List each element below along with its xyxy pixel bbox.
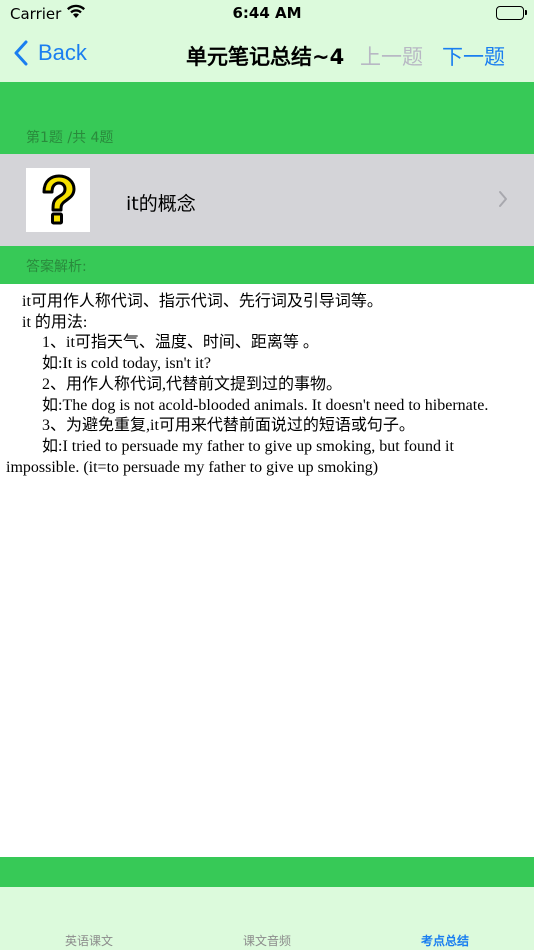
tab-1[interactable]: 英语课文 [0,932,178,949]
answer-section-bar: 答案解析: [0,246,534,284]
back-button[interactable]: Back [14,40,87,66]
answer-line: 1、it可指天气、温度、时间、距离等 。 [6,334,319,352]
answer-line: 如:I tried to persuade my father to give … [6,437,454,476]
answer-line: 3、为避免重复,it可用来代替前面说过的短语或句子。 [6,417,415,435]
tab-bar: 英语课文 课文音频 考点总结 [0,887,534,950]
battery-icon [496,6,527,20]
tab-3[interactable]: 考点总结 [356,932,534,949]
answer-line: 2、用作人称代词,代替前文提到过的事物。 [6,375,343,393]
back-label: Back [38,40,87,65]
tab-2[interactable]: 课文音频 [178,932,356,949]
answer-line: it 的用法: [6,313,88,331]
next-question-button[interactable]: 下一题 [442,41,505,71]
navigation-bar: Back 单元笔记总结~4 上一题 下一题 [0,28,534,82]
answer-line: 如:The dog is not acold-blooded animals. … [6,396,489,414]
topic-label: it的概念 [126,193,196,215]
page-title: 单元笔记总结~4 [186,45,345,69]
footer-band [0,857,534,887]
answer-line: it可用作人称代词、指示代词、先行词及引导词等。 [6,293,383,310]
answer-section-label: 答案解析: [26,259,87,275]
question-counter: 第1题 /共 4题 [26,130,114,146]
clock: 6:44 AM [232,4,302,22]
answer-content: it可用作人称代词、指示代词、先行词及引导词等。 it 的用法: 1、it可指天… [6,292,528,478]
chevron-right-icon [498,190,508,212]
status-bar: Carrier 6:44 AM [0,0,534,28]
question-mark-icon [26,168,90,232]
topic-row[interactable]: it的概念 [0,154,534,246]
chevron-left-icon [14,40,28,66]
answer-line: 如:It is cold today, isn't it? [6,355,211,373]
header-band: 第1题 /共 4题 [0,82,534,154]
prev-question-button[interactable]: 上一题 [360,41,423,71]
